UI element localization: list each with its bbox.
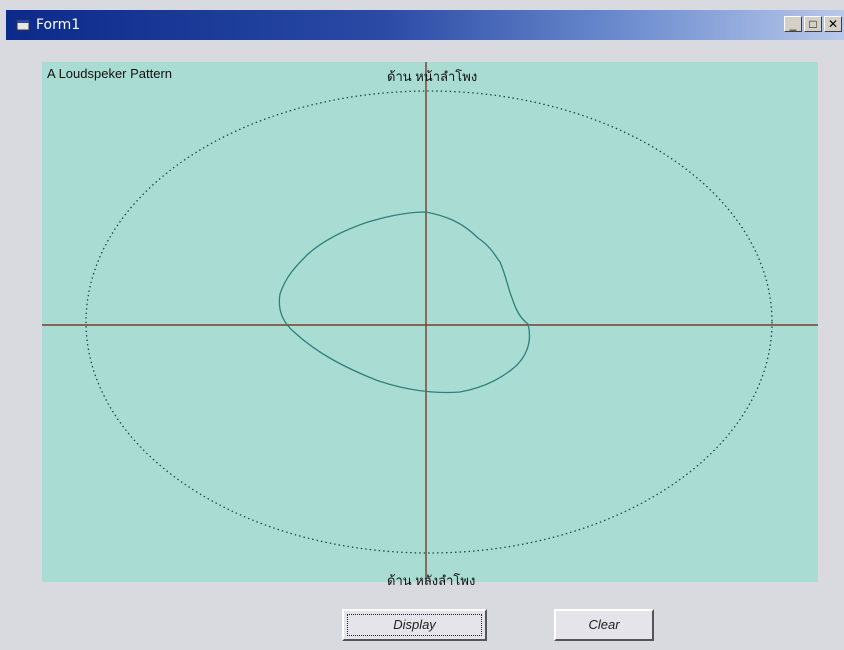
rear-side-label: ด้าน หลังลำโพง: [387, 573, 476, 588]
pattern-picture-box: A Loudspeker Pattern ด้าน หน้าลำโพง ด้าน…: [42, 62, 818, 588]
minimize-button[interactable]: _: [784, 16, 802, 32]
window-title: Form1: [36, 17, 81, 33]
reference-ellipse: [85, 90, 773, 554]
plot-caption: A Loudspeker Pattern: [47, 66, 173, 81]
app-icon: [16, 19, 30, 31]
clear-button[interactable]: Clear: [554, 609, 654, 641]
loudspeaker-pattern-curve: [278, 211, 531, 394]
front-side-label: ด้าน หน้าลำโพง: [387, 69, 478, 84]
display-button[interactable]: Display: [342, 609, 487, 641]
close-button[interactable]: ✕: [824, 16, 842, 32]
maximize-button[interactable]: □: [804, 16, 822, 32]
polar-plot: [42, 62, 818, 582]
form-window: Form1 _ □ ✕ A Loudspeker Pattern ด้าน หน…: [0, 0, 844, 650]
title-bar[interactable]: Form1 _ □ ✕: [6, 10, 844, 40]
form-client-area: A Loudspeker Pattern ด้าน หน้าลำโพง ด้าน…: [6, 40, 844, 650]
